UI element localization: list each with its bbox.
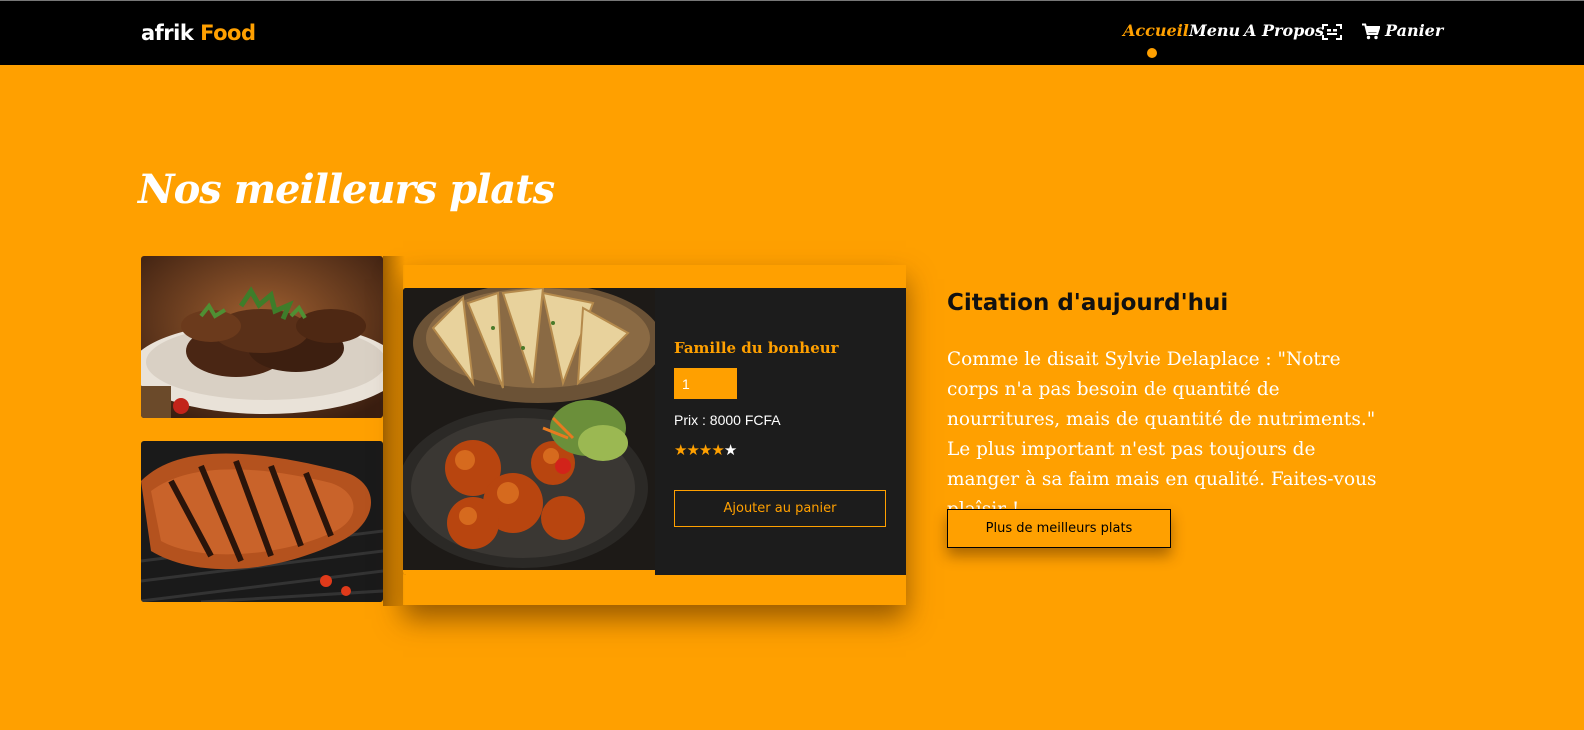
nav-item-panier[interactable]: Panier: [1385, 21, 1443, 40]
shopping-cart-icon[interactable]: [1362, 23, 1380, 40]
dish-photo-grilled-chicken: [141, 441, 383, 602]
star-filled-icon: ★: [698, 442, 712, 459]
star-rating: ★★★★★: [674, 442, 737, 459]
featured-dish-photo: [403, 288, 663, 570]
star-filled-icon: ★: [674, 442, 687, 459]
qr-scan-icon[interactable]: [1322, 24, 1342, 40]
quantity-input[interactable]: [674, 368, 737, 399]
star-empty-icon: ★: [723, 442, 737, 459]
dish-photo-grilled-meat: [141, 256, 383, 418]
photo-shadow: [383, 256, 405, 606]
star-filled-icon: ★: [711, 442, 724, 459]
top-navbar: afrik Food Accueil Menu A Propos Panier: [0, 0, 1584, 65]
dish-price: Prix : 8000 FCFA: [674, 412, 781, 428]
more-dishes-button[interactable]: Plus de meilleurs plats: [947, 509, 1171, 548]
card-accent-bar: [403, 570, 655, 575]
dish-name: Famille du bonheur: [674, 339, 839, 357]
nav-item-a-propos[interactable]: A Propos: [1244, 21, 1324, 40]
nav-item-menu[interactable]: Menu: [1189, 21, 1240, 40]
page: afrik Food Accueil Menu A Propos Panier …: [0, 0, 1584, 730]
nav-item-accueil[interactable]: Accueil: [1123, 21, 1189, 40]
quote-heading: Citation d'aujourd'hui: [947, 290, 1229, 316]
quote-text: Comme le disait Sylvie Delaplace : "Notr…: [947, 349, 1377, 520]
star-filled-icon: ★: [686, 442, 699, 459]
section-title: Nos meilleurs plats: [138, 166, 555, 213]
featured-dish-card: Famille du bonheur Prix : 8000 FCFA ★★★★…: [403, 288, 906, 575]
active-indicator-dot: [1147, 48, 1157, 58]
add-to-cart-button[interactable]: Ajouter au panier: [674, 490, 886, 527]
main-nav: Accueil Menu A Propos Panier: [0, 21, 1584, 61]
